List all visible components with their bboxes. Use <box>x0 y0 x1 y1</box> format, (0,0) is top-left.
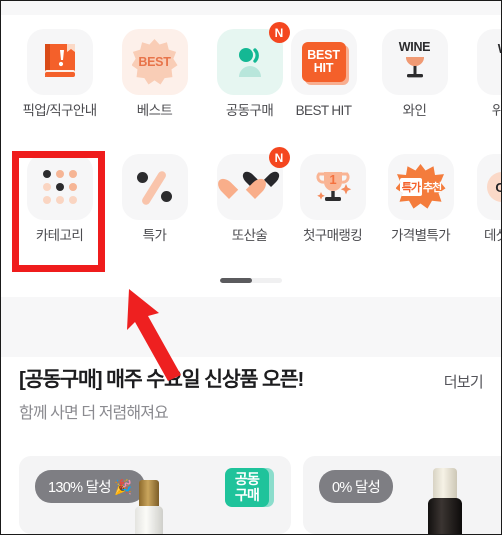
group-purchase-tag: 공동 구매 <box>225 468 269 508</box>
whisky-word: WHI <box>498 42 501 56</box>
wine-glass-icon: WINE <box>381 29 448 95</box>
special-price-glyph: 특가 추천 <box>395 164 446 209</box>
status-strip <box>1 1 501 15</box>
trophy-rank-icon: 1 <box>299 154 366 220</box>
double-heart-glyph <box>227 166 273 208</box>
group-purchase-person-icon: N <box>216 22 290 95</box>
double-heart-icon: N <box>216 147 290 220</box>
quick-menu-label: 위스키 <box>462 103 501 119</box>
quick-menu-row-1: 픽업/직구안내 BEST 베스트 N 공동구매 BEST HIT BEST HI… <box>1 22 502 148</box>
page-title: [공동구매] 매주 수요일 신상품 오픈! <box>19 368 304 391</box>
app-screen: 픽업/직구안내 BEST 베스트 N 공동구매 BEST HIT BEST HI… <box>0 0 502 535</box>
group-tag-line-1: 공동 <box>234 471 260 487</box>
quick-menu-label: 또산술 <box>231 228 268 243</box>
product-card[interactable]: 130% 달성 🎉 공동 구매 <box>19 456 291 534</box>
quick-menu-grid[interactable]: 픽업/직구안내 BEST 베스트 N 공동구매 BEST HIT BEST HI… <box>1 22 502 273</box>
achievement-badge: 130% 달성 🎉 <box>35 470 145 503</box>
trophy-glyph: 1 <box>315 172 351 201</box>
book-exclamation-icon <box>26 29 93 95</box>
wine-glyph: WINE <box>398 40 432 84</box>
grid-dots-icon <box>26 154 93 220</box>
scroll-indicator-thumb <box>220 278 252 283</box>
wine-glass-shape <box>405 57 424 78</box>
grid-dots-glyph <box>42 170 77 204</box>
quick-menu-label: 데샷ONE <box>483 228 501 243</box>
quick-menu-row-2: 카테고리 특가 N 또산술 1 첫구매랭킹 특가 추천 가격별특가 데 <box>1 147 501 273</box>
quick-menu-label: 첫구매랭킹 <box>302 228 363 243</box>
one-shot-icon: ONE <box>476 154 501 220</box>
special-price-starburst-icon: 특가 추천 <box>387 154 454 220</box>
quick-menu-item-one-shot[interactable]: ONE 데샷ONE <box>462 148 501 268</box>
promo-subtitle: 함께 사면 더 저렴해져요 <box>19 404 169 422</box>
quick-menu-label: 특가 <box>142 228 167 243</box>
quick-menu-item-whisky[interactable]: WHI 위스키 <box>462 23 502 143</box>
whisky-glyph: WHI <box>493 42 502 82</box>
product-card-list[interactable]: 130% 달성 🎉 공동 구매 0% 달성 <box>1 456 501 534</box>
quick-menu-item-wine[interactable]: WINE 와인 <box>367 23 462 143</box>
person-speech-glyph <box>238 48 261 77</box>
quick-menu-item-special[interactable]: 특가 <box>107 148 202 268</box>
product-card[interactable]: 0% 달성 <box>303 456 501 534</box>
special-price-tag-text: 특가 <box>399 178 422 196</box>
one-shot-text: ONE <box>495 180 501 195</box>
percent-icon <box>121 154 188 220</box>
quick-menu-item-ddosansul[interactable]: N 또산술 <box>202 147 297 268</box>
quick-menu-item-category[interactable]: 카테고리 <box>12 148 107 268</box>
quick-menu-label: 와인 <box>402 103 427 118</box>
product-bottle-image <box>135 480 163 534</box>
promo-section-header: [공동구매] 매주 수요일 신상품 오픈! 함께 사면 더 저렴해져요 더보기 <box>1 367 501 423</box>
best-hit-line-2: HIT <box>313 61 334 75</box>
quick-menu-label: 카테고리 <box>35 228 84 243</box>
achievement-badge: 0% 달성 <box>319 470 394 503</box>
one-shot-glyph: ONE <box>486 172 501 202</box>
page-scroll-indicator[interactable] <box>220 278 282 283</box>
product-bottle-image <box>428 468 462 534</box>
section-divider <box>1 297 501 357</box>
quick-menu-item-first-rank[interactable]: 1 첫구매랭킹 <box>285 148 380 268</box>
quick-menu-label: BEST HIT <box>295 103 352 118</box>
best-starburst-label: BEST <box>131 39 178 85</box>
quick-menu-label: 픽업/직구안내 <box>22 103 97 118</box>
whisky-glass-shape <box>493 56 502 82</box>
quick-menu-item-best-hit[interactable]: BEST HIT BEST HIT <box>276 23 371 143</box>
svg-text:1: 1 <box>329 172 336 187</box>
wine-word: WINE <box>398 40 431 54</box>
quick-menu-label: 베스트 <box>136 103 173 118</box>
group-tag-line-2: 구매 <box>234 486 260 503</box>
special-price-rec-text: 추천 <box>423 182 442 194</box>
best-starburst-icon: BEST <box>121 29 188 95</box>
whisky-glass-icon: WHI <box>476 29 502 95</box>
best-hit-box-icon: BEST HIT <box>290 29 357 95</box>
see-more-link[interactable]: 더보기 <box>444 371 484 392</box>
quick-menu-label: 가격별특가 <box>390 228 451 243</box>
percent-glyph <box>133 167 177 207</box>
best-hit-glyph: BEST HIT <box>301 42 346 82</box>
quick-menu-item-price-special[interactable]: 특가 추천 가격별특가 <box>373 148 468 268</box>
quick-menu-item-best[interactable]: BEST 베스트 <box>107 23 202 143</box>
quick-menu-item-pickup[interactable]: 픽업/직구안내 <box>12 23 107 143</box>
book-exclamation-glyph <box>44 44 75 77</box>
